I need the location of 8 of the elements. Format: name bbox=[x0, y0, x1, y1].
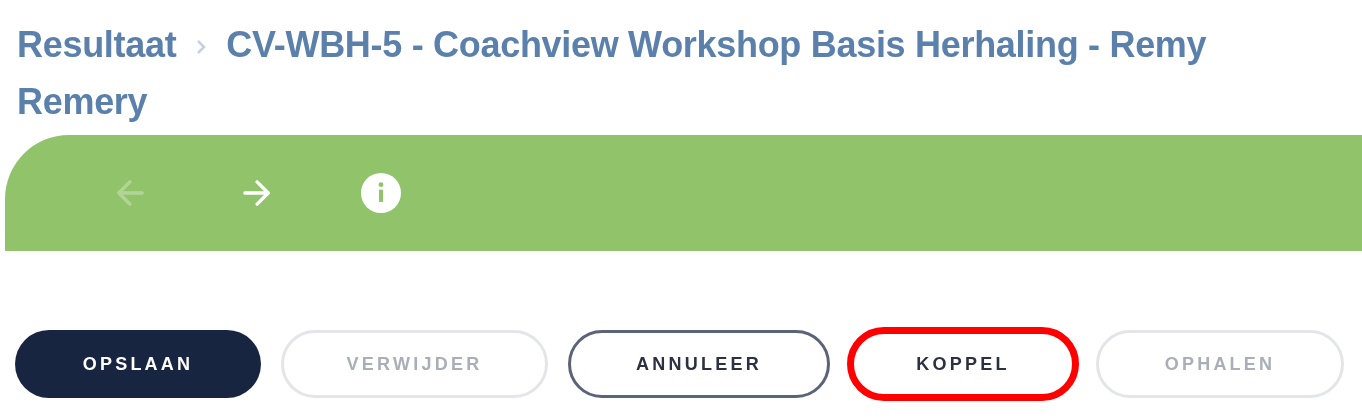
action-button[interactable]: KOPPEL bbox=[850, 330, 1076, 398]
breadcrumb-link[interactable]: Resultaat bbox=[17, 24, 177, 65]
page-title-line: CV-WBH-5 - Coachview Workshop Basis Herhaling - Remy bbox=[226, 24, 1207, 65]
action-button[interactable]: ANNULEER bbox=[568, 330, 830, 398]
page-title-line: Remery bbox=[17, 81, 148, 122]
info-icon[interactable] bbox=[361, 173, 401, 213]
action-button[interactable]: OPSLAAN bbox=[15, 330, 261, 398]
chevron-icon bbox=[196, 39, 207, 56]
